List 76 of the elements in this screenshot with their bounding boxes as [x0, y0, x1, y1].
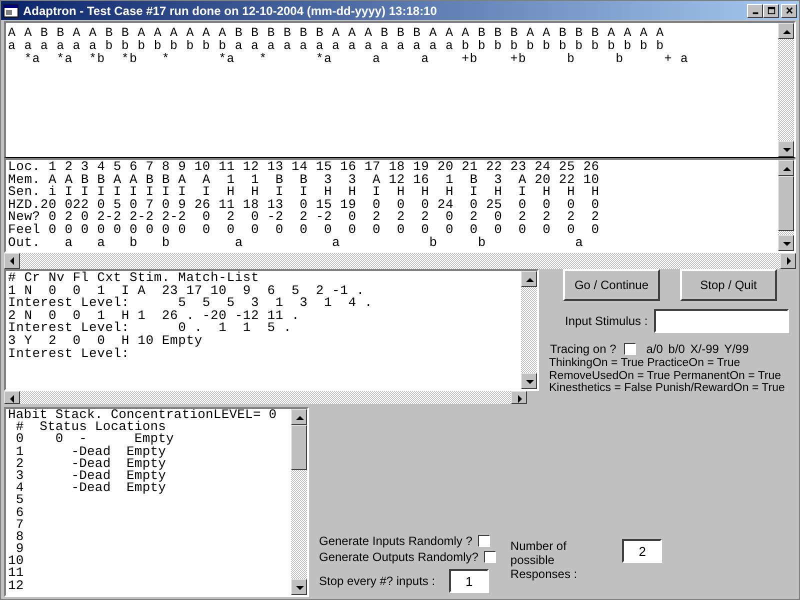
- checkbox-label: Tracing on ?: [550, 342, 616, 356]
- scroll-up-button[interactable]: [778, 23, 794, 39]
- scroll-up-button[interactable]: [521, 271, 537, 287]
- scrollbar[interactable]: [4, 253, 796, 269]
- checkbox-label: Generate Outputs Randomly?: [319, 550, 478, 564]
- text-line: Feel 0 0 0 0 0 0 0 0 0 0 0 0 0 0 0 0 0 0 0 0 0 0 0 0 0 0: [8, 224, 600, 237]
- scrollbar[interactable]: [4, 391, 527, 404]
- status-text: Kinesthetics = False Punish/RewardOn = True: [549, 382, 786, 394]
- checkbox-label: Generate Inputs Randomly ?: [319, 534, 472, 548]
- scroll-thumb[interactable]: [291, 425, 307, 470]
- scroll-up-button[interactable]: [291, 409, 307, 425]
- window-icon: [3, 2, 19, 18]
- checkbox[interactable]: [624, 343, 636, 355]
- text-line: Sen. i I I I I I I I I I H H I I H H I H H H I H I H H H: [8, 186, 600, 199]
- close-button[interactable]: [781, 4, 797, 18]
- text-line: 3 -Dead Empty: [14, 470, 166, 482]
- text-line: Interest Level:: [8, 348, 130, 360]
- text-line: 12: [8, 580, 24, 592]
- text-line: 8: [14, 530, 24, 544]
- text-line: 2 -Dead Empty: [14, 458, 166, 470]
- maximize-button[interactable]: [763, 4, 779, 18]
- scroll-up-button[interactable]: [778, 160, 794, 176]
- checkbox[interactable]: [484, 551, 496, 563]
- input-field[interactable]: 2: [622, 539, 662, 563]
- scrollbar[interactable]: [778, 23, 794, 157]
- text-line: # Status Locations: [14, 421, 166, 434]
- scroll-down-button[interactable]: [521, 373, 537, 389]
- text-line: Mem. A A B B A A B B A A 1 1 B B 3 3 A 12 16 1 B 3 A 20 22 10: [8, 174, 600, 186]
- text-line: Loc. 1 2 3 4 5 6 7 8 9 10 11 12 13 14 15 16 17 18 19 20 21 22 23 24 25 26: [8, 161, 600, 174]
- scroll-down-button[interactable]: [778, 235, 794, 251]
- text-line: 5: [14, 494, 24, 506]
- status-text: RemoveUsedOn = True PermanentOn = True: [549, 370, 782, 382]
- scroll-thumb[interactable]: [778, 176, 794, 231]
- text-line: 10: [8, 555, 24, 568]
- scroll-left-button[interactable]: [4, 253, 20, 269]
- text-line: 1 -Dead Empty: [14, 446, 166, 458]
- field-label: Number of possible Responses :: [510, 539, 578, 581]
- text-line: 11: [8, 567, 24, 580]
- checkbox[interactable]: [478, 535, 490, 547]
- scroll-right-button[interactable]: [780, 253, 796, 269]
- maximize-icon: [766, 6, 776, 15]
- field-label: Stop every #? inputs :: [319, 574, 436, 588]
- text-line: 9: [16, 543, 24, 556]
- text-line: 6: [14, 506, 24, 519]
- text-line: New? 0 2 0 2-2 2-2 2-2 0 2 0 -2 2 -2 0 2 2 2 0 2 0 2 2 2 2: [8, 211, 600, 224]
- scroll-down-button[interactable]: [291, 579, 307, 595]
- minimize-button[interactable]: [747, 4, 763, 18]
- scrollbar[interactable]: [521, 271, 537, 389]
- text-line: HZD.20 022 0 5 0 7 0 9 26 11 18 13 0 15 19 0 0 0 24 0 25 0 0 0 0: [8, 198, 600, 212]
- field-label: Input Stimulus :: [565, 314, 648, 328]
- text-line: 3 Y 2 0 0 H 10 Empty: [8, 334, 202, 348]
- text-line: 7: [14, 518, 24, 531]
- text-line: Interest Level: 0 . 1 1 5 .: [8, 322, 292, 335]
- push-button[interactable]: Go / Continue: [563, 269, 660, 301]
- text-line: # Cr Nv Fl Cxt Stim. Match-List: [8, 272, 260, 285]
- scroll-down-button[interactable]: [778, 141, 794, 157]
- scrollbar[interactable]: [291, 409, 307, 595]
- text-line: a a a a a a b b b b b b b b a a a a a a a a a a a a a a b b b b b b b b b b b b b: [8, 40, 664, 53]
- window-title: Adaptron - Test Case #17 run done on 12-10-2004 (mm-dd-yyyy) 13:18:10: [23, 4, 438, 18]
- status-text: ThinkingOn = True PracticeOn = True: [549, 357, 742, 370]
- text-line: 0 0 - Empty: [14, 433, 174, 446]
- legend-text: a/0 b/0 X/-99 Y/99: [646, 342, 749, 356]
- text-line: 2 N 0 0 1 H 1 26 . -20 -12 11 .: [8, 310, 300, 322]
- text-line: Interest Level: 5 5 5 3 1 3 1 4 .: [8, 297, 373, 310]
- text-line: *a *a *b *b * *a * *a a a +b +b b b + a: [23, 52, 689, 66]
- scrollbar[interactable]: [778, 160, 794, 251]
- text-line: A A B B A A B B A A A A A A B B B B B B A A A B B B A A A B B B A A B B B A A A A: [8, 27, 664, 40]
- input-field[interactable]: 1: [449, 569, 490, 593]
- push-button[interactable]: Stop / Quit: [680, 269, 777, 301]
- text-line: 4 -Dead Empty: [14, 482, 166, 494]
- text-line: Out. a a b b a a b b a: [8, 236, 584, 250]
- scroll-left-button[interactable]: [4, 391, 20, 404]
- scroll-right-button[interactable]: [511, 391, 527, 404]
- text-line: 1 N 0 0 1 I A 23 17 10 9 6 5 2 -1 .: [8, 284, 364, 298]
- input-field[interactable]: [654, 309, 789, 333]
- close-icon: [784, 6, 794, 15]
